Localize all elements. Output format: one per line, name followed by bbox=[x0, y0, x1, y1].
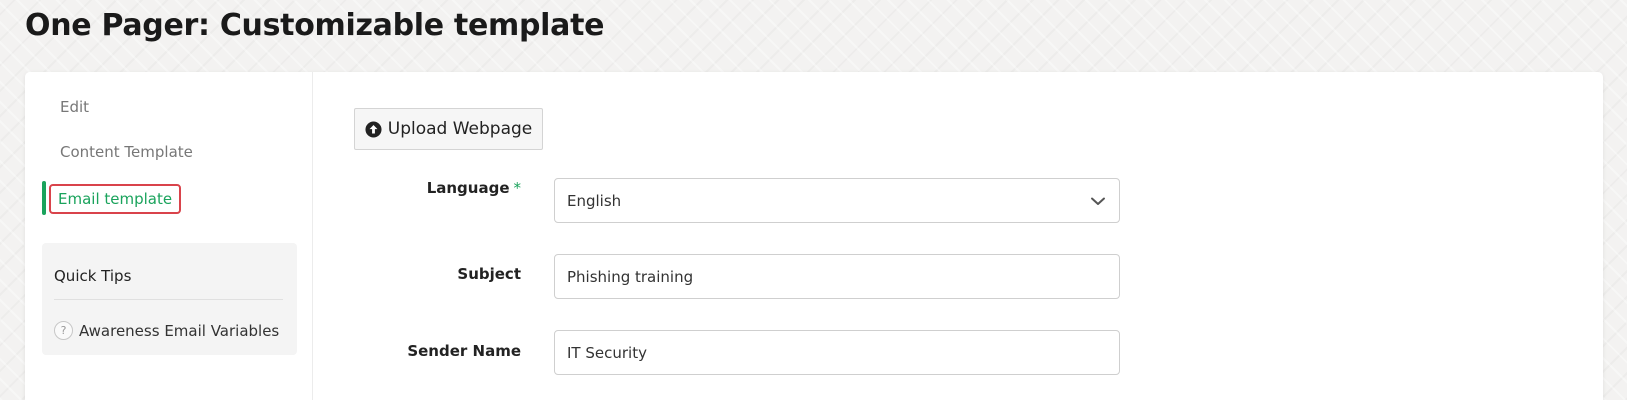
language-value: English bbox=[567, 191, 622, 210]
sidebar-item-edit[interactable]: Edit bbox=[60, 98, 89, 116]
active-indicator bbox=[42, 181, 46, 215]
upload-circle-icon bbox=[365, 120, 382, 138]
question-circle-icon: ? bbox=[54, 321, 73, 340]
required-mark: * bbox=[513, 179, 522, 197]
upload-webpage-label: Upload Webpage bbox=[387, 119, 533, 139]
quick-tips-title: Quick Tips bbox=[54, 267, 132, 285]
upload-webpage-button[interactable]: Upload Webpage bbox=[354, 108, 543, 150]
page-title: One Pager: Customizable template bbox=[25, 8, 605, 43]
language-label: Language * bbox=[338, 179, 521, 197]
sender-name-input[interactable] bbox=[554, 330, 1120, 375]
subject-input[interactable] bbox=[554, 254, 1120, 299]
sidebar: Edit Content Template Email template Qui… bbox=[25, 72, 313, 400]
sender-name-label: Sender Name bbox=[407, 342, 521, 360]
awareness-email-variables-link[interactable]: ? Awareness Email Variables bbox=[54, 321, 279, 340]
language-select[interactable]: English bbox=[554, 178, 1120, 223]
main-content: Upload Webpage Language * English Subject… bbox=[313, 72, 1603, 400]
subject-label: Subject bbox=[457, 265, 521, 283]
language-label-text: Language bbox=[426, 179, 510, 197]
editor-card: Edit Content Template Email template Qui… bbox=[25, 72, 1603, 400]
quick-tips-panel: Quick Tips ? Awareness Email Variables bbox=[42, 243, 297, 355]
awareness-email-variables-label: Awareness Email Variables bbox=[79, 321, 280, 340]
chevron-down-icon bbox=[1091, 197, 1105, 205]
divider bbox=[54, 299, 283, 300]
sidebar-item-email-template[interactable]: Email template bbox=[49, 184, 182, 214]
sidebar-item-content-template[interactable]: Content Template bbox=[60, 143, 193, 161]
